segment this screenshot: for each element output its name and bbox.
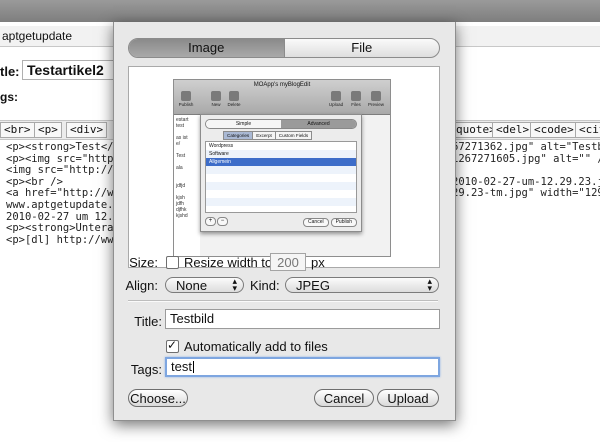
code-line: 1267271605.jpg" alt="" /> [452, 152, 600, 165]
kind-label: Kind: [250, 278, 280, 293]
popup-arrows-icon: ▴ ▾ [232, 276, 237, 293]
text-caret [192, 361, 194, 373]
preview-add-remove: + − [205, 217, 229, 226]
files-icon [351, 91, 361, 101]
preview-icon [371, 91, 381, 101]
resize-unit-label: px [311, 255, 325, 270]
image-preview: MOApp's myBlogEdit Publish New Delete Up… [128, 66, 440, 268]
tags-label: Tags: [130, 362, 162, 377]
list-item [206, 198, 356, 206]
list-item [206, 166, 356, 174]
tag-button-p[interactable]: <p> [34, 122, 62, 138]
preview-toolbar-item: Delete [226, 91, 242, 107]
auto-add-checkbox[interactable] [166, 338, 179, 353]
tag-button-div[interactable]: <div> [66, 122, 108, 138]
choose-button[interactable]: Choose... [128, 389, 188, 407]
divider [128, 300, 438, 302]
align-label: Align: [125, 278, 158, 293]
background-tags-label: gs: [0, 90, 18, 104]
tag-button-code[interactable]: <code> [530, 122, 578, 138]
resize-label: Resize width to: [184, 255, 276, 270]
popup-arrows-icon: ▴ ▾ [427, 276, 432, 293]
background-code-editor-right: 67271362.jpg" alt="Testbil 1267271605.jpg… [452, 141, 600, 200]
segment-file[interactable]: File [285, 39, 440, 57]
code-line: 29.23-tm.jpg" width="129" [452, 187, 600, 200]
background-document-title: aptgetupdate [2, 29, 73, 43]
preview-toolbar-item: Publish [178, 91, 194, 107]
preview-sheet-buttons: Cancel Publish [301, 218, 357, 227]
tag-button-cite[interactable]: <cite> [575, 122, 600, 138]
preview-toolbar-item: Upload [328, 91, 344, 107]
publish-icon [181, 91, 191, 101]
align-popup[interactable]: None ▴ ▾ [165, 277, 244, 293]
preview-screenshot: MOApp's myBlogEdit Publish New Delete Up… [173, 79, 391, 257]
preview-app-title: MOApp's myBlogEdit [253, 82, 311, 88]
preview-toolbar-item: Preview [368, 91, 384, 107]
list-item [206, 182, 356, 190]
preview-tabs: Categories Excerpt Custom Fields [223, 131, 313, 140]
align-popup-value: None [176, 278, 208, 293]
preview-left-text: estart test as ist e/ Test ala jdfjd kjsh j… [174, 115, 200, 256]
image-file-segmented-control: Image File [128, 38, 440, 58]
kind-popup-value: JPEG [296, 278, 330, 293]
kind-popup[interactable]: JPEG ▴ ▾ [285, 277, 439, 293]
title-field[interactable]: Testbild [165, 309, 440, 329]
background-window-titlebar [0, 0, 600, 22]
tags-field[interactable]: test [165, 357, 440, 377]
list-item: Allgemein [206, 158, 356, 166]
segment-image[interactable]: Image [129, 39, 284, 57]
resize-width-field[interactable]: 200 [270, 253, 306, 271]
preview-mode-segmented: Simple Advanced [205, 119, 357, 129]
list-item [206, 174, 356, 182]
new-icon [211, 91, 221, 101]
preview-toolbar: MOApp's myBlogEdit Publish New Delete Up… [174, 80, 390, 115]
tags-field-value: test [171, 359, 192, 374]
list-item: Software [206, 150, 356, 158]
preview-toolbar-item: New [208, 91, 224, 107]
auto-add-label: Automatically add to files [184, 339, 328, 354]
size-label: Size: [129, 255, 158, 270]
preview-publish-sheet: Simple Advanced Categories Excerpt Custo… [200, 114, 362, 232]
tag-button-br[interactable]: <br> [0, 122, 35, 138]
tag-button-del[interactable]: <del> [492, 122, 534, 138]
list-item [206, 190, 356, 198]
upload-button[interactable]: Upload [377, 389, 439, 407]
delete-icon [229, 91, 239, 101]
resize-checkbox[interactable] [166, 256, 179, 269]
title-label: Title: [134, 314, 162, 329]
preview-toolbar-item: Files [348, 91, 364, 107]
background-title-label: tle: [0, 64, 20, 79]
plus-icon: + [205, 217, 216, 226]
minus-icon: − [217, 217, 228, 226]
cancel-button[interactable]: Cancel [314, 389, 374, 407]
preview-category-list: Wordpress Software Allgemein [205, 141, 357, 213]
upload-icon [331, 91, 341, 101]
upload-sheet: Image File MOApp's myBlogEdit Publish Ne… [113, 22, 456, 421]
list-item: Wordpress [209, 143, 234, 149]
code-line: 67271362.jpg" alt="Testbil [452, 141, 600, 153]
